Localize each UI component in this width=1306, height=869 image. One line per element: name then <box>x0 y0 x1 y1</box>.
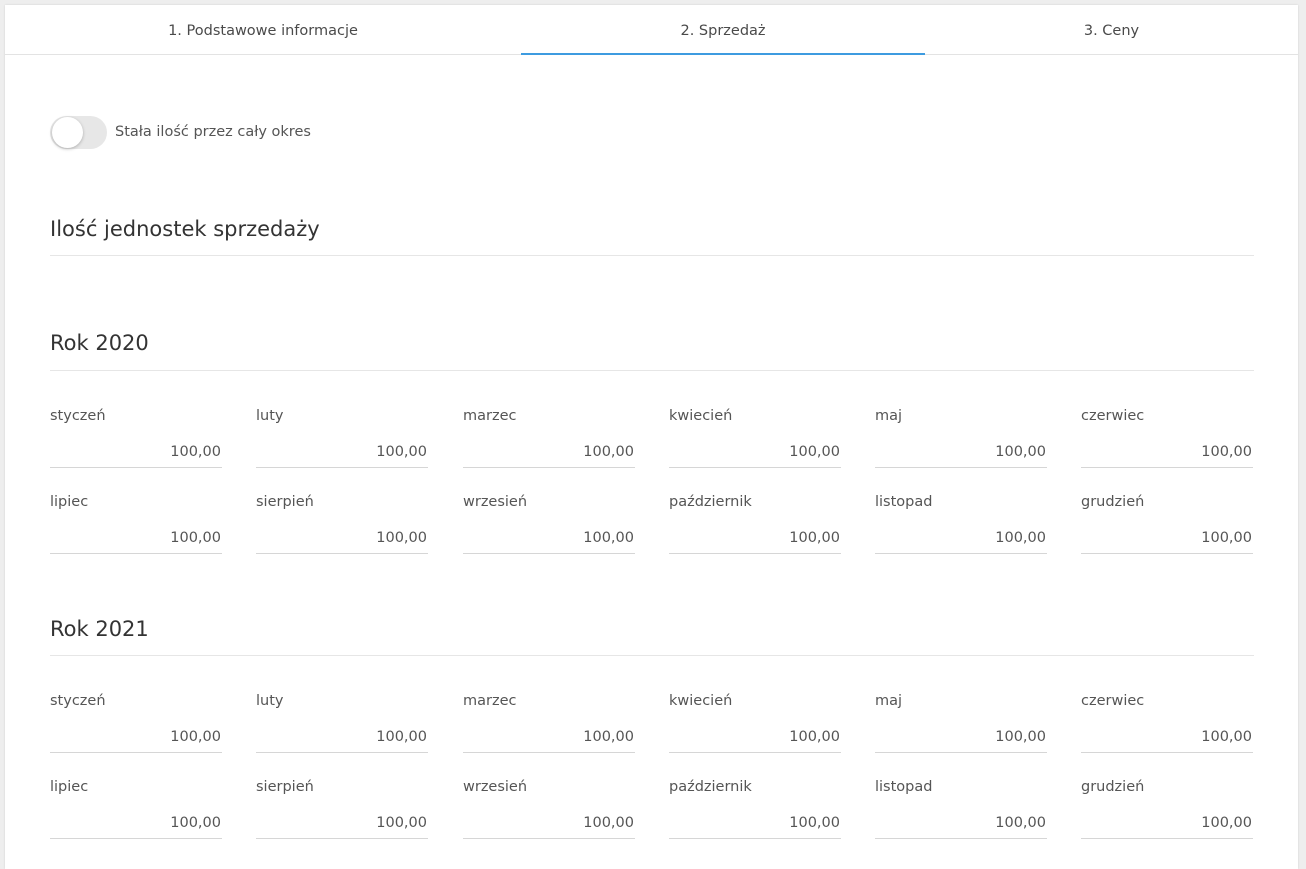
month-label: październik <box>669 779 752 795</box>
month-label: styczeń <box>50 408 106 424</box>
month-field-2021-08: sierpień <box>256 779 428 841</box>
month-field-2020-12: grudzień <box>1081 494 1253 556</box>
year-divider-2021 <box>50 655 1254 656</box>
tab-basic-info[interactable]: 1. Podstawowe informacje <box>5 5 521 55</box>
month-field-2021-11: listopad <box>875 779 1047 841</box>
section-divider <box>50 255 1254 256</box>
month-field-2021-03: marzec <box>463 693 635 755</box>
month-label: sierpień <box>256 779 314 795</box>
month-field-2020-10: październik <box>669 494 841 556</box>
constant-quantity-toggle[interactable] <box>50 115 107 149</box>
month-label: kwiecień <box>669 693 733 709</box>
month-input[interactable] <box>463 721 635 753</box>
year-title-2020: Rok 2020 <box>50 331 149 355</box>
step-tabs: 1. Podstawowe informacje 2. Sprzedaż 3. … <box>5 5 1298 55</box>
month-input[interactable] <box>256 721 428 753</box>
month-field-2020-03: marzec <box>463 408 635 470</box>
month-field-2020-04: kwiecień <box>669 408 841 470</box>
month-field-2020-08: sierpień <box>256 494 428 556</box>
month-label: czerwiec <box>1081 408 1145 424</box>
month-field-2020-09: wrzesień <box>463 494 635 556</box>
month-input[interactable] <box>256 807 428 839</box>
month-field-2021-12: grudzień <box>1081 779 1253 841</box>
month-input[interactable] <box>50 436 222 468</box>
month-label: grudzień <box>1081 779 1145 795</box>
month-input[interactable] <box>256 522 428 554</box>
month-label: sierpień <box>256 494 314 510</box>
month-input[interactable] <box>1081 721 1253 753</box>
month-label: czerwiec <box>1081 693 1145 709</box>
year-divider-2020 <box>50 370 1254 371</box>
month-label: marzec <box>463 408 517 424</box>
month-label: wrzesień <box>463 779 528 795</box>
month-label: listopad <box>875 494 933 510</box>
month-label: luty <box>256 693 284 709</box>
month-field-2021-01: styczeń <box>50 693 222 755</box>
month-input[interactable] <box>1081 436 1253 468</box>
month-field-2021-10: październik <box>669 779 841 841</box>
month-field-2020-11: listopad <box>875 494 1047 556</box>
month-input[interactable] <box>256 436 428 468</box>
month-label: styczeń <box>50 693 106 709</box>
month-label: maj <box>875 693 903 709</box>
month-label: wrzesień <box>463 494 528 510</box>
month-field-2021-05: maj <box>875 693 1047 755</box>
month-label: listopad <box>875 779 933 795</box>
tab-prices[interactable]: 3. Ceny <box>925 5 1298 55</box>
month-input[interactable] <box>875 436 1047 468</box>
month-label: grudzień <box>1081 494 1145 510</box>
month-label: kwiecień <box>669 408 733 424</box>
month-input[interactable] <box>1081 522 1253 554</box>
month-input[interactable] <box>875 721 1047 753</box>
toggle-knob <box>52 116 83 148</box>
month-field-2020-01: styczeń <box>50 408 222 470</box>
month-field-2021-02: luty <box>256 693 428 755</box>
month-input[interactable] <box>463 522 635 554</box>
month-input[interactable] <box>669 721 841 753</box>
month-input[interactable] <box>463 807 635 839</box>
month-label: lipiec <box>50 494 89 510</box>
constant-quantity-row: Stała ilość przez cały okres <box>50 115 311 149</box>
section-title: Ilość jednostek sprzedaży <box>50 217 320 241</box>
month-input[interactable] <box>463 436 635 468</box>
form-card: 1. Podstawowe informacje 2. Sprzedaż 3. … <box>5 5 1298 869</box>
month-label: luty <box>256 408 284 424</box>
month-field-2020-05: maj <box>875 408 1047 470</box>
month-field-2020-06: czerwiec <box>1081 408 1253 470</box>
month-input[interactable] <box>875 522 1047 554</box>
month-field-2021-09: wrzesień <box>463 779 635 841</box>
month-field-2021-06: czerwiec <box>1081 693 1253 755</box>
month-input[interactable] <box>669 807 841 839</box>
month-label: lipiec <box>50 779 89 795</box>
constant-quantity-label: Stała ilość przez cały okres <box>115 124 311 140</box>
tab-sales[interactable]: 2. Sprzedaż <box>521 5 925 55</box>
month-input[interactable] <box>50 721 222 753</box>
month-label: marzec <box>463 693 517 709</box>
month-field-2021-04: kwiecień <box>669 693 841 755</box>
month-input[interactable] <box>50 807 222 839</box>
month-field-2020-02: luty <box>256 408 428 470</box>
year-title-2021: Rok 2021 <box>50 617 149 641</box>
month-label: październik <box>669 494 752 510</box>
month-field-2020-07: lipiec <box>50 494 222 556</box>
month-field-2021-07: lipiec <box>50 779 222 841</box>
month-input[interactable] <box>1081 807 1253 839</box>
month-label: maj <box>875 408 903 424</box>
month-input[interactable] <box>875 807 1047 839</box>
month-input[interactable] <box>669 436 841 468</box>
month-input[interactable] <box>669 522 841 554</box>
month-input[interactable] <box>50 522 222 554</box>
